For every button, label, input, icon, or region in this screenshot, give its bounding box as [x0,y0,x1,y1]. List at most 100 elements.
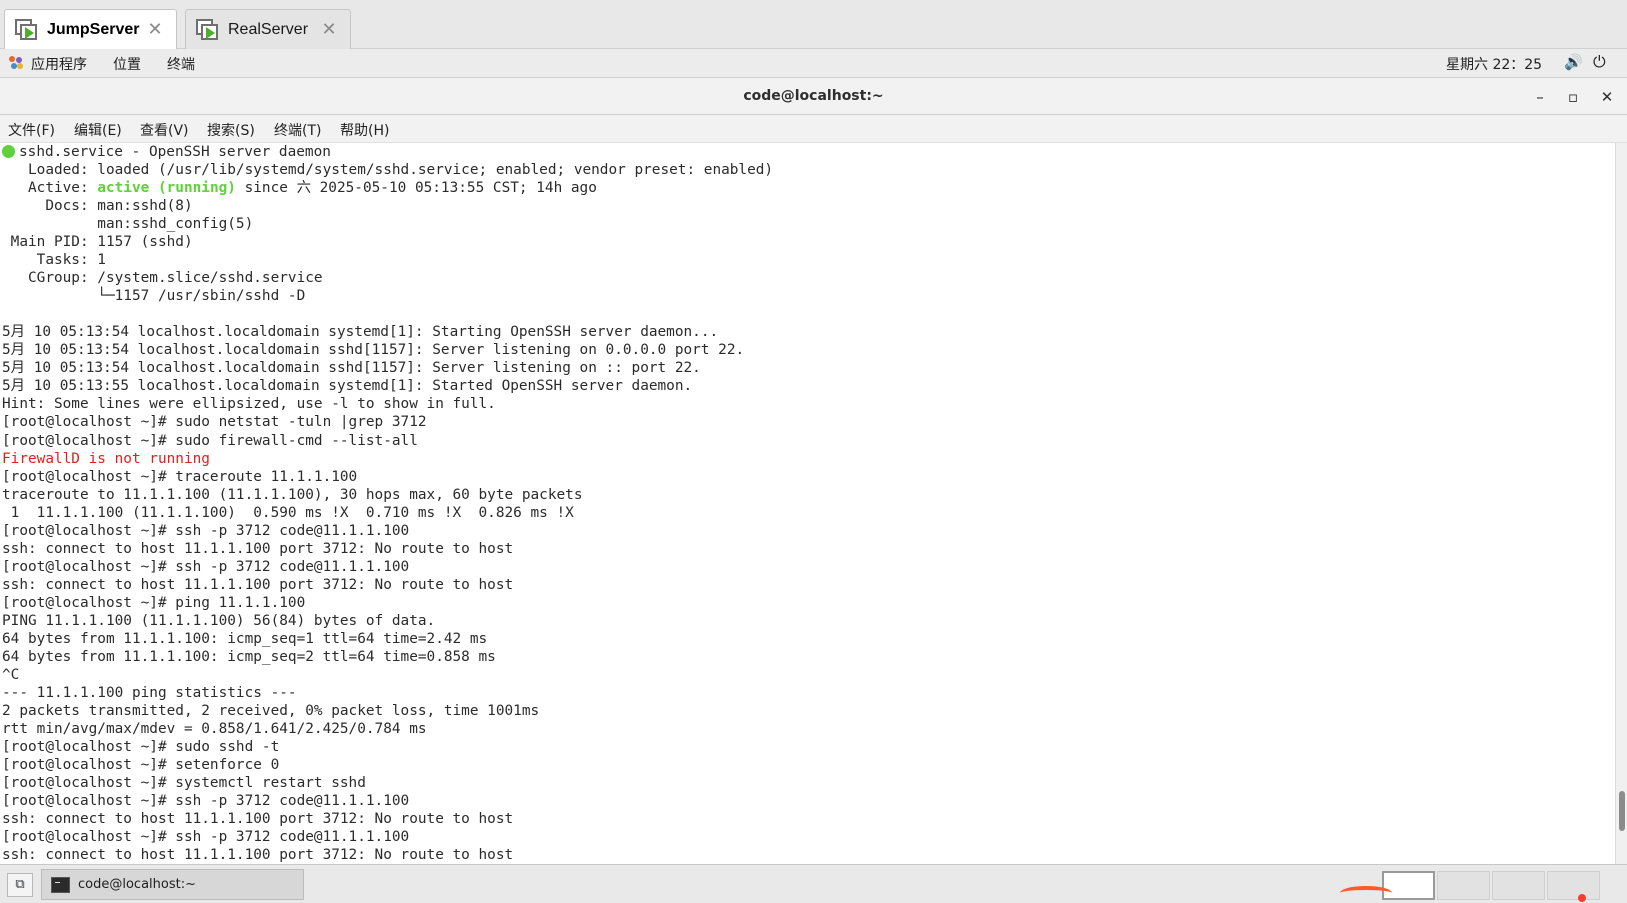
workspace-3[interactable] [1492,871,1545,900]
terminal-line: [root@localhost ~]# systemctl restart ss… [0,774,1615,792]
terminal-line: 5月 10 05:13:54 localhost.localdomain ssh… [0,341,1615,359]
terminal-line: 5月 10 05:13:55 localhost.localdomain sys… [0,377,1615,395]
places-menu[interactable]: 位置 [113,54,141,74]
logo-dot [1578,894,1586,902]
terminal-line-text: 1 11.1.1.100 (11.1.1.100) 0.590 ms !X 0.… [2,504,574,521]
terminal-menubar: 文件(F) 编辑(E) 查看(V) 搜索(S) 终端(T) 帮助(H) [0,115,1627,143]
tab-jumpserver[interactable]: JumpServer ✕ [4,9,177,49]
terminal-line: CGroup: /system.slice/sshd.service [0,269,1615,287]
maximize-button[interactable]: ▫ [1561,85,1585,109]
terminal-line-text: traceroute to 11.1.1.100 (11.1.1.100), 3… [2,486,583,503]
terminal-line-text: [root@localhost ~]# ssh -p 3712 code@11.… [2,829,410,846]
terminal-line-text: ^C [2,666,20,683]
terminal-line-text: ssh: connect to host 11.1.1.100 port 371… [2,576,514,593]
terminal-line-text: [root@localhost ~]# ssh -p 3712 code@11.… [2,793,410,810]
minimize-button[interactable]: – [1528,85,1552,109]
terminal-line-text: [root@localhost ~]# sudo firewall-cmd --… [2,432,418,449]
terminal-line-text: └─1157 /usr/sbin/sshd -D [2,288,306,305]
close-icon[interactable]: ✕ [144,19,166,40]
terminal-line: man:sshd_config(5) [0,215,1615,233]
terminal-line: [root@localhost ~]# ssh -p 3712 code@11.… [0,522,1615,540]
terminal-line: Docs: man:sshd(8) [0,197,1615,215]
terminal-line-text: 5月 10 05:13:55 localhost.localdomain sys… [2,378,693,395]
menu-file[interactable]: 文件(F) [8,120,55,140]
menu-view[interactable]: 查看(V) [140,120,189,140]
scrollbar-thumb[interactable] [1619,791,1625,831]
terminal-line: Hint: Some lines were ellipsized, use -l… [0,395,1615,413]
terminal-line-text: CGroup: /system.slice/sshd.service [2,270,323,287]
terminal-line-text: FirewallD is not running [2,450,210,467]
terminal-line: ^C [0,666,1615,684]
volume-icon[interactable]: 🔊 [1564,53,1583,71]
terminal-menu[interactable]: 终端 [167,54,195,74]
terminal-line-text: 5月 10 05:13:54 localhost.localdomain sys… [2,324,719,341]
terminal-line: sshd.service - OpenSSH server daemon [0,143,1615,161]
terminal-line: 1 11.1.1.100 (11.1.1.100) 0.590 ms !X 0.… [0,504,1615,522]
taskbar-item-terminal[interactable]: code@localhost:~ [41,869,304,900]
status-dot-icon [2,145,15,158]
terminal-line: [root@localhost ~]# ssh -p 3712 code@11.… [0,558,1615,576]
terminal-line: Active: active (running) since 六 2025-05… [0,179,1615,197]
remote-tab-bar: JumpServer ✕ RealServer ✕ [0,0,1627,49]
terminal-line: ssh: connect to host 11.1.1.100 port 371… [0,540,1615,558]
terminal-line-text: man:sshd_config(5) [2,216,254,233]
tab-label: RealServer [228,20,309,38]
terminal-line-text: ssh: connect to host 11.1.1.100 port 371… [2,811,514,828]
menu-help[interactable]: 帮助(H) [340,120,389,140]
terminal-line-text: Hint: Some lines were ellipsized, use -l… [2,396,496,413]
terminal-line-text: [root@localhost ~]# sudo sshd -t [2,739,280,756]
clock[interactable]: 星期六 22：25 [1446,54,1542,74]
menu-search[interactable]: 搜索(S) [207,120,255,140]
terminal-line-text: sshd.service - OpenSSH server daemon [19,144,331,160]
terminal-line: [root@localhost ~]# ssh -p 3712 code@11.… [0,828,1615,846]
tab-label: JumpServer [47,20,140,38]
terminal-line: rtt min/avg/max/mdev = 0.858/1.641/2.425… [0,720,1615,738]
terminal-line-text: ssh: connect to host 11.1.1.100 port 371… [2,540,514,557]
terminal-line-text: 5月 10 05:13:54 localhost.localdomain ssh… [2,360,701,377]
remote-desktop-icon [196,17,222,43]
terminal-line: [root@localhost ~]# sudo netstat -tuln |… [0,413,1615,431]
terminal-line-text: Docs: man:sshd(8) [2,198,193,215]
close-icon[interactable]: ✕ [318,19,340,40]
terminal-line: --- 11.1.1.100 ping statistics --- [0,684,1615,702]
terminal-line-text: [root@localhost ~]# sudo netstat -tuln |… [2,414,427,431]
remote-desktop-icon [15,17,41,43]
window-titlebar[interactable]: code@localhost:~ – ▫ ✕ [0,77,1627,115]
menu-terminal[interactable]: 终端(T) [274,120,321,140]
terminal-line: └─1157 /usr/sbin/sshd -D [0,287,1615,305]
terminal-output[interactable]: sshd.service - OpenSSH server daemon Loa… [0,143,1615,864]
workspace-4[interactable] [1547,871,1600,900]
menu-edit[interactable]: 编辑(E) [74,120,122,140]
terminal-line: FirewallD is not running [0,450,1615,468]
terminal-line: [root@localhost ~]# traceroute 11.1.1.10… [0,468,1615,486]
terminal-line: Loaded: loaded (/usr/lib/systemd/system/… [0,161,1615,179]
close-window-button[interactable]: ✕ [1595,85,1619,109]
workspace-2[interactable] [1437,871,1490,900]
active-status-text: active (running) [97,180,236,197]
terminal-line: 64 bytes from 11.1.1.100: icmp_seq=2 ttl… [0,648,1615,666]
terminal-line: [root@localhost ~]# sudo sshd -t [0,738,1615,756]
tab-realserver[interactable]: RealServer ✕ [185,9,351,49]
terminal-line-text: Active: [2,180,98,197]
terminal-line: [root@localhost ~]# setenforce 0 [0,756,1615,774]
logo-swoosh [1340,886,1392,900]
terminal-line-text: 64 bytes from 11.1.1.100: icmp_seq=1 ttl… [2,630,488,647]
power-icon[interactable]: ⏻ [1593,52,1606,72]
terminal-line: PING 11.1.1.100 (11.1.1.100) 56(84) byte… [0,612,1615,630]
taskbar-item-label: code@localhost:~ [78,877,196,892]
terminal-line: 2 packets transmitted, 2 received, 0% pa… [0,702,1615,720]
applications-menu[interactable]: 应用程序 [31,54,87,74]
show-desktop-icon[interactable]: ⧉ [7,873,33,897]
terminal-line: [root@localhost ~]# ssh -p 3712 code@11.… [0,792,1615,810]
terminal-line-text: 64 bytes from 11.1.1.100: icmp_seq=2 ttl… [2,648,496,665]
terminal-line-text: [root@localhost ~]# ssh -p 3712 code@11.… [2,558,410,575]
terminal-line-text: [root@localhost ~]# ssh -p 3712 code@11.… [2,522,410,539]
terminal-line: traceroute to 11.1.1.100 (11.1.1.100), 3… [0,486,1615,504]
applications-icon [9,56,23,70]
terminal-line: 5月 10 05:13:54 localhost.localdomain sys… [0,323,1615,341]
terminal-line-text: [root@localhost ~]# traceroute 11.1.1.10… [2,468,358,485]
scrollbar[interactable] [1615,143,1627,864]
terminal-line: 5月 10 05:13:54 localhost.localdomain ssh… [0,359,1615,377]
terminal-line: 64 bytes from 11.1.1.100: icmp_seq=1 ttl… [0,630,1615,648]
terminal-line-text: Tasks: 1 [2,252,106,269]
